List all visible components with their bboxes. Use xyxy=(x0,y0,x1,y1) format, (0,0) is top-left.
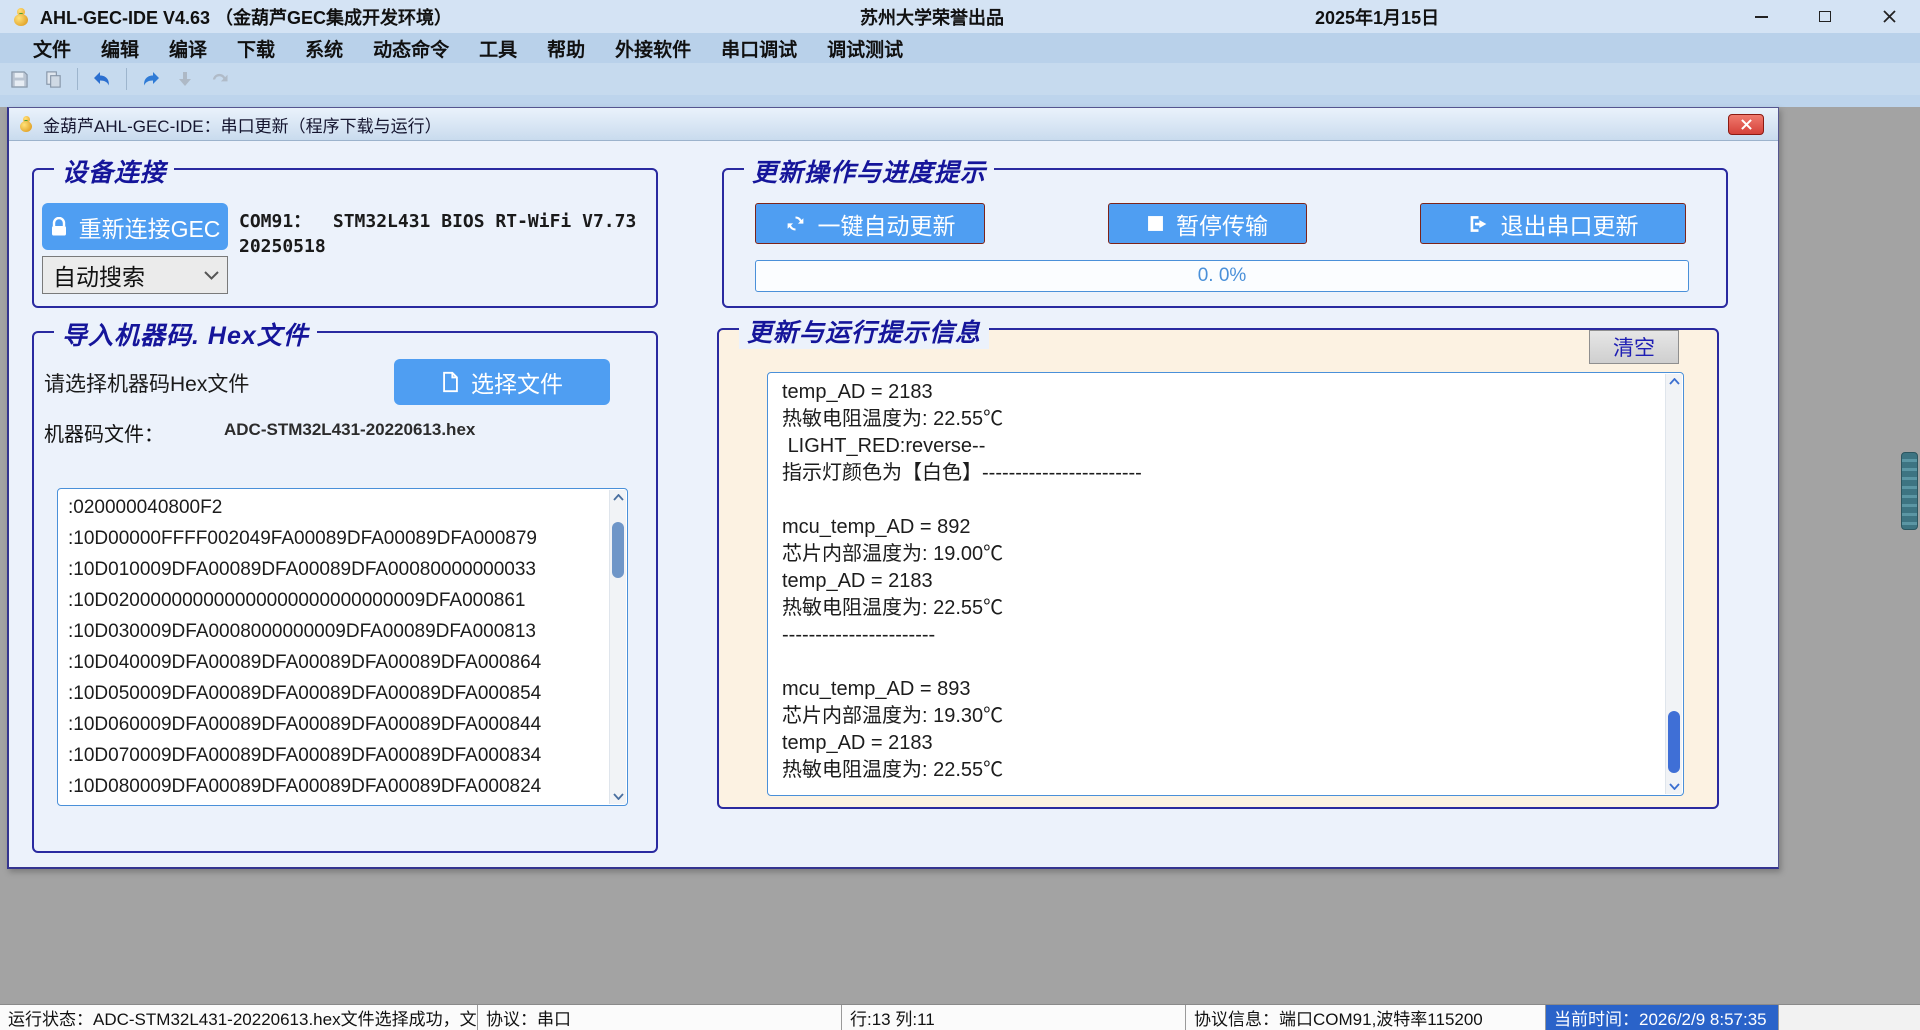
menu-compile[interactable]: 编译 xyxy=(154,33,222,63)
chevron-down-icon xyxy=(204,271,219,280)
update-progress-bar: 0. 0% xyxy=(755,260,1689,292)
scroll-down-arrow-icon[interactable] xyxy=(610,789,626,804)
refresh-button[interactable] xyxy=(206,67,232,91)
reconnect-gec-label: 重新连接GEC xyxy=(79,210,221,244)
app-icon xyxy=(12,8,30,26)
log-scrollbar[interactable] xyxy=(1665,374,1682,794)
undo-button[interactable] xyxy=(89,67,115,91)
status-current-time: 当前时间：2026/2/9 8:57:35 xyxy=(1546,1005,1779,1030)
date-label: 2025年1月15日 xyxy=(1315,4,1439,30)
pause-transfer-button[interactable]: 暂停传输 xyxy=(1108,203,1307,244)
close-button[interactable] xyxy=(1876,6,1902,28)
run-log-lines: temp_AD = 2183 热敏电阻温度为: 22.55℃ LIGHT_RED… xyxy=(782,379,1659,784)
exit-serial-update-label: 退出串口更新 xyxy=(1501,207,1639,241)
minimize-button[interactable] xyxy=(1748,6,1774,28)
maximize-icon xyxy=(1819,11,1831,22)
undo-icon xyxy=(92,70,112,88)
choose-file-button[interactable]: 选择文件 xyxy=(394,359,610,405)
com-port-info: COM91： STM32L431 BIOS RT-WiFi V7.73 2025… xyxy=(239,209,649,259)
status-line-col: 行:13 列:11 xyxy=(842,1005,1186,1030)
close-icon xyxy=(1883,10,1896,23)
menu-help[interactable]: 帮助 xyxy=(532,33,600,63)
menu-download[interactable]: 下载 xyxy=(222,33,290,63)
search-mode-value: 自动搜索 xyxy=(53,258,145,292)
dialog-close-button[interactable] xyxy=(1728,114,1764,135)
status-filler xyxy=(1779,1005,1920,1030)
hex-scrollbar-thumb[interactable] xyxy=(612,522,624,578)
file-icon xyxy=(441,371,460,393)
status-protocol-info: 协议信息：端口COM91,波特率115200 xyxy=(1186,1005,1546,1030)
redo-icon xyxy=(141,70,161,88)
dialog-titlebar: 金葫芦AHL-GEC-IDE：串口更新（程序下载与运行） xyxy=(9,108,1778,141)
exit-serial-update-button[interactable]: 退出串口更新 xyxy=(1420,203,1686,244)
menubar: 文件 编辑 编译 下载 系统 动态命令 工具 帮助 外接软件 串口调试 调试测试 xyxy=(0,33,1920,63)
stop-icon xyxy=(1147,215,1164,232)
refresh-icon xyxy=(210,71,229,88)
hex-scrollbar[interactable] xyxy=(609,490,626,804)
toolbar xyxy=(0,63,1920,95)
edge-scrollbar[interactable] xyxy=(1901,452,1918,530)
statusbar: 运行状态：ADC-STM32L431-20220613.hex文件选择成功，文件… xyxy=(0,1004,1920,1030)
download-icon xyxy=(176,70,194,88)
publisher-label: 苏州大学荣誉出品 xyxy=(860,4,1004,30)
minimize-icon xyxy=(1755,16,1768,18)
update-group-title: 更新操作与进度提示 xyxy=(744,153,994,189)
scroll-up-arrow-icon[interactable] xyxy=(1666,374,1682,389)
progress-percent: 0. 0% xyxy=(1198,265,1247,287)
app-background-strip xyxy=(0,95,1920,107)
lock-icon xyxy=(50,217,68,237)
exit-icon xyxy=(1468,214,1489,234)
run-log-viewer[interactable]: temp_AD = 2183 热敏电阻温度为: 22.55℃ LIGHT_RED… xyxy=(767,372,1684,796)
machine-code-file-label: 机器码文件： xyxy=(44,418,164,447)
scroll-down-arrow-icon[interactable] xyxy=(1666,779,1682,794)
machine-code-file-name: ADC-STM32L431-20220613.hex xyxy=(224,420,475,440)
menu-serial-debug[interactable]: 串口调试 xyxy=(706,33,812,63)
hex-group-title: 导入机器码. Hex文件 xyxy=(54,316,317,352)
clear-log-label: 清空 xyxy=(1613,332,1655,362)
titlebar: AHL-GEC-IDE V4.63 （金葫芦GEC集成开发环境） 苏州大学荣誉出… xyxy=(0,0,1920,33)
auto-update-button[interactable]: 一键自动更新 xyxy=(755,203,985,244)
save-icon xyxy=(10,70,29,89)
menu-external-software[interactable]: 外接软件 xyxy=(600,33,706,63)
toolbar-separator xyxy=(77,68,78,90)
hex-lines: :020000040800F2 :10D00000FFFF002049FA000… xyxy=(68,492,605,802)
search-mode-select[interactable]: 自动搜索 xyxy=(42,256,228,294)
serial-update-dialog: 金葫芦AHL-GEC-IDE：串口更新（程序下载与运行） 设备连接 重新连接GE… xyxy=(7,107,1779,869)
pause-transfer-label: 暂停传输 xyxy=(1176,207,1268,241)
hex-content-viewer[interactable]: :020000040800F2 :10D00000FFFF002049FA000… xyxy=(57,488,628,806)
redo-button[interactable] xyxy=(138,67,164,91)
window-title: AHL-GEC-IDE V4.63 （金葫芦GEC集成开发环境） xyxy=(40,4,452,30)
scroll-up-arrow-icon[interactable] xyxy=(610,490,626,505)
menu-file[interactable]: 文件 xyxy=(18,33,86,63)
copy-button[interactable] xyxy=(40,67,66,91)
menu-dynamic-command[interactable]: 动态命令 xyxy=(358,33,464,63)
close-icon xyxy=(1741,119,1752,130)
maximize-button[interactable] xyxy=(1812,6,1838,28)
hex-file-prompt: 请选择机器码Hex文件 xyxy=(44,368,249,398)
menu-tools[interactable]: 工具 xyxy=(464,33,532,63)
menu-edit[interactable]: 编辑 xyxy=(86,33,154,63)
download-button[interactable] xyxy=(172,67,198,91)
clear-log-button[interactable]: 清空 xyxy=(1589,330,1679,364)
status-run-state: 运行状态：ADC-STM32L431-20220613.hex文件选择成功，文件… xyxy=(0,1005,478,1030)
save-button[interactable] xyxy=(6,67,32,91)
status-protocol: 协议：串口 xyxy=(478,1005,842,1030)
device-group-title: 设备连接 xyxy=(54,153,174,189)
toolbar-separator xyxy=(126,68,127,90)
copy-icon xyxy=(44,70,63,89)
log-group-title: 更新与运行提示信息 xyxy=(739,313,989,349)
log-scrollbar-thumb[interactable] xyxy=(1668,711,1680,773)
dialog-icon xyxy=(19,116,34,132)
refresh-icon xyxy=(785,213,806,234)
status-run-state-text: 运行状态：ADC-STM32L431-20220613.hex文件选择成功，文件… xyxy=(8,1005,478,1030)
auto-update-label: 一键自动更新 xyxy=(818,207,956,241)
dialog-title: 金葫芦AHL-GEC-IDE：串口更新（程序下载与运行） xyxy=(43,112,442,137)
choose-file-label: 选择文件 xyxy=(471,365,563,399)
menu-debug-test[interactable]: 调试测试 xyxy=(812,33,918,63)
reconnect-gec-button[interactable]: 重新连接GEC xyxy=(42,203,228,250)
menu-system[interactable]: 系统 xyxy=(290,33,358,63)
